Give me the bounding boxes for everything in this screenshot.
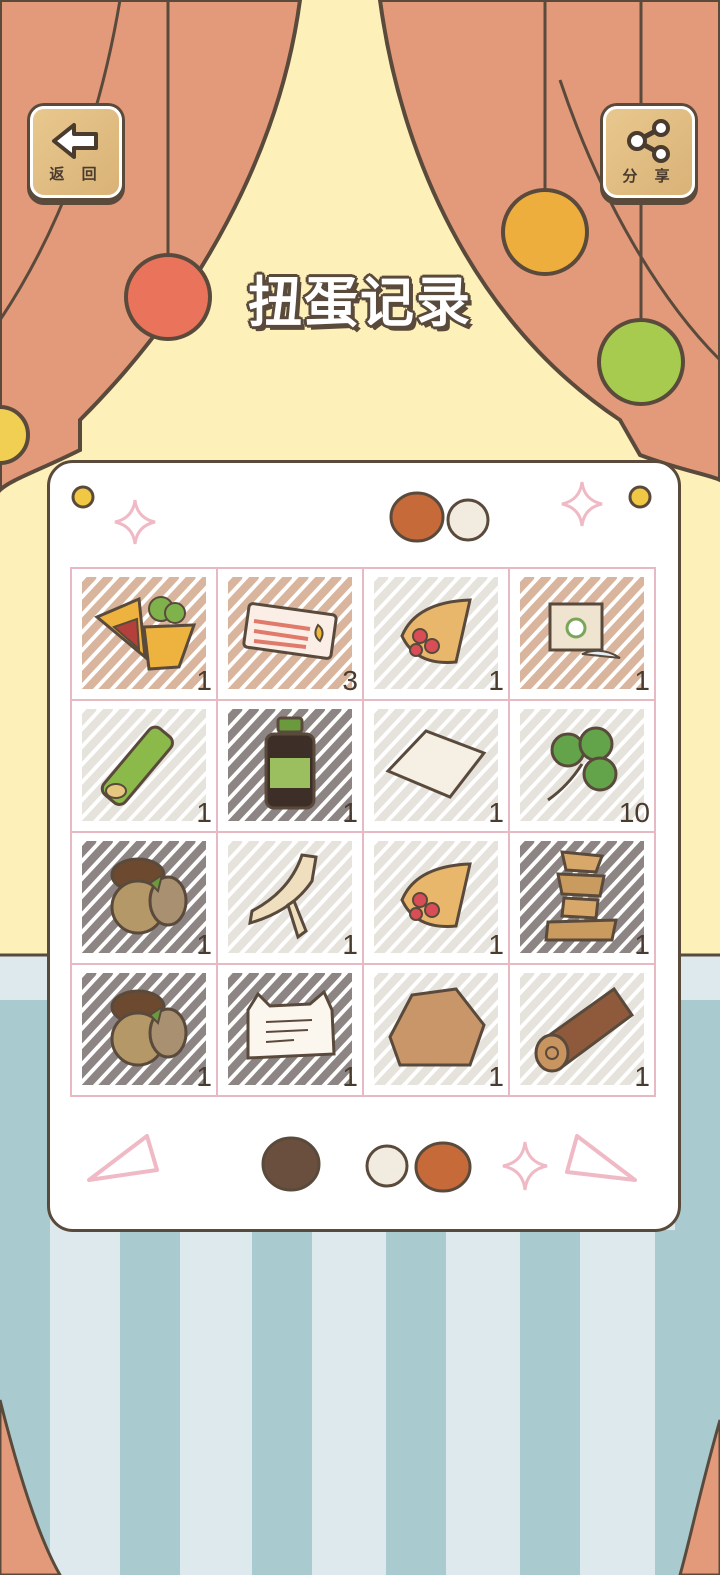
sparkle-icon: [502, 1141, 548, 1191]
item-count: 1: [488, 929, 504, 960]
bacon-ticket-icon: [242, 601, 338, 667]
grid-cell[interactable]: 1: [510, 569, 654, 699]
back-label: 返 回: [49, 164, 103, 183]
item-count: 10: [618, 797, 650, 828]
egg-icon: [365, 1144, 409, 1188]
sparkle-icon: [114, 499, 156, 545]
strawberry-crepe-icon: [396, 856, 476, 940]
pin-left-icon: [71, 485, 95, 509]
grid-cell[interactable]: 1: [72, 965, 216, 1095]
item-count: 1: [342, 929, 358, 960]
pin-right-icon: [628, 485, 652, 509]
item-count: 1: [196, 1061, 212, 1092]
medicine-bottle-icon: [262, 716, 318, 816]
share-icon: [627, 118, 670, 163]
item-count: 1: [196, 797, 212, 828]
grid-cell[interactable]: 3: [218, 569, 362, 699]
grid-cell[interactable]: 1: [510, 833, 654, 963]
item-grid: 1 3 1 1 1 1 1 10 1 1 1 1 1 1 1 1: [70, 567, 656, 1097]
grid-cell[interactable]: 1: [72, 569, 216, 699]
item-count: 3: [342, 665, 358, 696]
party-popper-icon: [565, 1134, 637, 1182]
share-button[interactable]: 分 享: [603, 106, 695, 198]
item-count: 1: [488, 665, 504, 696]
grid-cell[interactable]: 1: [72, 701, 216, 831]
rock-icon: [384, 985, 488, 1075]
strawberry-crepe-icon: [396, 592, 476, 676]
item-count: 1: [634, 665, 650, 696]
item-count: 1: [342, 797, 358, 828]
dried-root-icon: [242, 851, 338, 945]
item-count: 1: [196, 665, 212, 696]
cat-letter-icon: [240, 989, 340, 1070]
acorn-icon: [98, 985, 190, 1075]
stacked-stones-icon: [542, 846, 622, 950]
omelette-icon: [89, 587, 199, 681]
egg-icon: [446, 498, 490, 542]
sparkle-icon: [561, 481, 603, 527]
tea-bag-icon: [542, 592, 622, 676]
grid-cell[interactable]: 1: [364, 833, 508, 963]
grid-cell[interactable]: 1: [364, 965, 508, 1095]
item-count: 1: [634, 1061, 650, 1092]
chestnut-icon: [414, 1141, 472, 1193]
item-count: 1: [634, 929, 650, 960]
paper-sheet-icon: [384, 727, 488, 805]
item-count: 1: [196, 929, 212, 960]
grid-cell[interactable]: 1: [72, 833, 216, 963]
item-count: 1: [488, 797, 504, 828]
item-count: 1: [342, 1061, 358, 1092]
share-label: 分 享: [622, 166, 676, 185]
grid-cell[interactable]: 10: [510, 701, 654, 831]
grid-cell[interactable]: 1: [218, 833, 362, 963]
grid-cell[interactable]: 1: [218, 965, 362, 1095]
grid-cell[interactable]: 1: [218, 701, 362, 831]
item-count: 1: [488, 1061, 504, 1092]
grid-cell[interactable]: 1: [364, 569, 508, 699]
acorn-icon: [98, 853, 190, 943]
bamboo-icon: [94, 719, 194, 813]
grid-cell[interactable]: 1: [364, 701, 508, 831]
party-popper-icon: [87, 1134, 159, 1182]
log-icon: [526, 983, 638, 1077]
four-leaf-clover-icon: [538, 720, 626, 812]
page-title: 扭蛋记录: [248, 271, 472, 334]
chestnut-icon: [389, 491, 445, 543]
chestnut-icon: [261, 1136, 321, 1192]
grid-cell[interactable]: 1: [510, 965, 654, 1095]
back-button[interactable]: 返 回: [30, 106, 122, 198]
arrow-left-icon: [52, 122, 98, 159]
